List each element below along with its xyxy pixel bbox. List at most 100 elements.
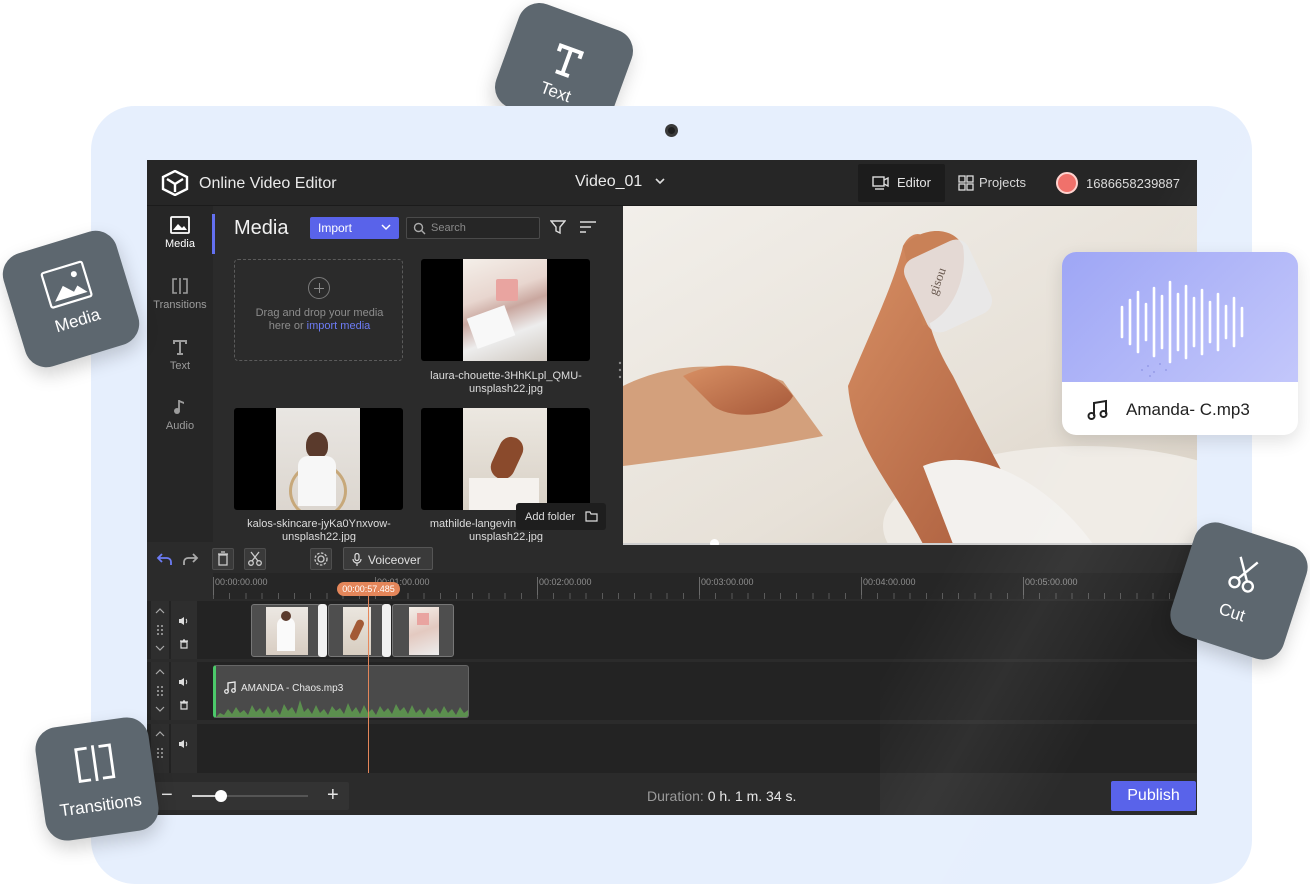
audio-clip[interactable]: AMANDA - Chaos.mp3 xyxy=(213,665,469,718)
music-note-icon xyxy=(1087,399,1108,420)
transitions-feature-label: Transitions xyxy=(58,790,143,821)
trash-icon[interactable] xyxy=(179,700,189,710)
voiceover-button[interactable]: Voiceover xyxy=(343,547,433,570)
search-input[interactable] xyxy=(431,220,535,236)
chevron-up-icon[interactable] xyxy=(155,607,165,615)
ruler-label: 00:02:00.000 xyxy=(539,577,592,587)
image-icon xyxy=(40,260,93,309)
top-bar: Online Video Editor Video_01 Editor Proj… xyxy=(147,160,1197,206)
sort-icon[interactable] xyxy=(579,220,597,234)
avatar[interactable] xyxy=(1056,172,1078,194)
add-folder-button[interactable]: Add folder xyxy=(516,503,606,530)
audio-file-card: Amanda- C.mp3 xyxy=(1062,252,1298,435)
ruler-label: 00:05:00.000 xyxy=(1025,577,1078,587)
sidebar-item-audio[interactable]: Audio xyxy=(147,388,213,444)
chevron-down-icon xyxy=(381,224,391,231)
image-icon xyxy=(170,216,190,234)
zoom-out-button[interactable]: − xyxy=(161,784,173,807)
tab-projects-label: Projects xyxy=(979,175,1026,190)
trash-icon[interactable] xyxy=(179,639,189,649)
stage: Text Online Video Editor Video_01 Editor… xyxy=(0,0,1310,892)
folder-icon xyxy=(585,511,598,522)
text-icon xyxy=(555,42,585,78)
audio-file-name: Amanda- C.mp3 xyxy=(1126,400,1250,419)
filter-icon[interactable] xyxy=(550,219,566,235)
track-reorder-controls xyxy=(151,662,169,720)
import-button[interactable]: Import xyxy=(310,217,399,239)
split-button[interactable] xyxy=(244,548,266,570)
sidebar-item-text[interactable]: Text xyxy=(147,328,213,384)
drag-handle-icon[interactable] xyxy=(155,685,165,697)
app-title: Online Video Editor xyxy=(199,175,337,192)
media-thumbnail-3[interactable] xyxy=(421,408,590,510)
transition-handle[interactable] xyxy=(382,604,391,657)
sidebar-item-media[interactable]: Media xyxy=(147,206,213,262)
ruler-label: 00:00:00.000 xyxy=(215,577,268,587)
volume-icon[interactable] xyxy=(178,616,190,626)
add-folder-label: Add folder xyxy=(525,511,576,523)
chevron-down-icon[interactable] xyxy=(155,705,165,713)
video-editor-app: Online Video Editor Video_01 Editor Proj… xyxy=(147,160,1197,815)
volume-icon[interactable] xyxy=(178,677,190,687)
sidebar-item-transitions[interactable]: Transitions xyxy=(147,267,213,323)
chevron-up-icon[interactable] xyxy=(155,668,165,676)
sidebar-item-label: Text xyxy=(169,360,191,372)
publish-button[interactable]: Publish xyxy=(1111,781,1196,811)
tab-editor[interactable]: Editor xyxy=(858,164,945,202)
media-file-name: kalos-skincare-jyKa0Ynxvow-unsplash22.jp… xyxy=(247,518,391,542)
tab-editor-label: Editor xyxy=(897,175,931,190)
project-title[interactable]: Video_01 xyxy=(575,173,642,191)
transitions-feature-card: Transitions xyxy=(32,714,162,844)
chevron-down-icon[interactable] xyxy=(653,174,667,188)
media-thumbnail-1[interactable] xyxy=(421,259,590,361)
zoom-control: − + xyxy=(151,782,349,810)
track-reorder-controls xyxy=(151,601,169,659)
chevron-up-icon[interactable] xyxy=(155,730,165,738)
sidebar-item-label: Media xyxy=(165,238,195,250)
grid-icon xyxy=(958,175,974,191)
media-file-name: laura-chouette-3HhKLpl_QMU-unsplash22.jp… xyxy=(430,370,582,395)
scissors-icon xyxy=(1228,556,1259,593)
zoom-in-button[interactable]: + xyxy=(327,784,339,807)
chevron-down-icon[interactable] xyxy=(155,644,165,652)
sidebar: Media Transitions Text Audio xyxy=(147,206,215,542)
track-reorder-controls xyxy=(151,724,169,773)
user-id: 1686658239887 xyxy=(1086,176,1180,191)
drag-handle-icon[interactable] xyxy=(155,624,165,636)
ruler-major-tick xyxy=(537,577,538,595)
redo-icon[interactable] xyxy=(179,548,201,570)
search-box xyxy=(406,217,540,239)
search-icon xyxy=(413,222,426,235)
sidebar-item-label: Transitions xyxy=(153,299,207,311)
video-track xyxy=(147,601,1197,659)
playhead-time[interactable]: 00:00:57.485 xyxy=(337,582,400,596)
undo-icon[interactable] xyxy=(154,548,176,570)
zoom-slider-handle[interactable] xyxy=(215,790,227,802)
import-label: Import xyxy=(318,221,353,235)
camera-icon xyxy=(665,124,678,137)
delete-button[interactable] xyxy=(212,548,234,570)
video-clip[interactable] xyxy=(328,604,384,657)
ruler-major-tick xyxy=(699,577,700,595)
transition-handle[interactable] xyxy=(318,604,327,657)
video-clip[interactable] xyxy=(251,604,321,657)
dropzone[interactable]: Drag and drop your media here or import … xyxy=(234,259,403,361)
sidebar-item-label: Audio xyxy=(165,420,195,432)
playhead[interactable] xyxy=(368,596,369,773)
transitions-icon xyxy=(74,743,116,783)
volume-icon[interactable] xyxy=(178,739,190,749)
tab-projects[interactable]: Projects xyxy=(953,164,1039,202)
audio-waveform xyxy=(216,700,468,717)
audio-track: AMANDA - Chaos.mp3 xyxy=(147,662,1197,720)
duration-label: Duration: xyxy=(647,788,704,804)
video-clip[interactable] xyxy=(392,604,454,657)
import-media-link[interactable]: import media xyxy=(307,320,371,332)
audio-card-banner xyxy=(1062,252,1298,382)
panel-resize-handle[interactable] xyxy=(618,360,622,380)
settings-button[interactable] xyxy=(310,548,332,570)
media-thumbnail-2[interactable] xyxy=(234,408,403,510)
drag-handle-icon[interactable] xyxy=(155,747,165,759)
ruler-major-tick xyxy=(213,577,214,595)
audio-clip-name: AMANDA - Chaos.mp3 xyxy=(241,683,344,694)
bottom-bar: − + Duration: 0 h. 1 m. 34 s. Publish xyxy=(147,773,1197,815)
